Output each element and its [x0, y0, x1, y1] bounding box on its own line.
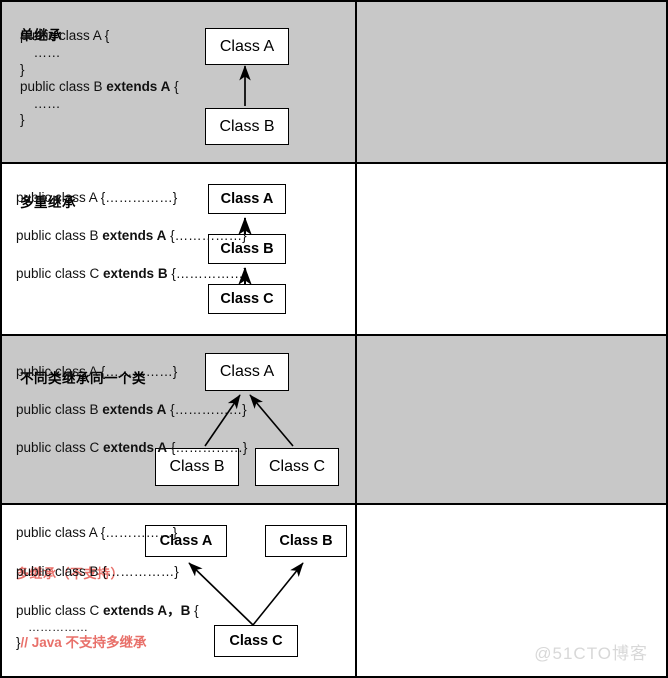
code-text: public class B [20, 78, 107, 94]
code-text: public class B {……………} [16, 563, 179, 579]
code-comment: // Java 不支持多继承 [20, 634, 147, 650]
row-hierarchical-inheritance: 不同类继承同一个类 Class A Class B Class C public… [0, 336, 668, 505]
code-line: …………… [16, 620, 199, 635]
code-text: public class A {……………} [16, 364, 178, 379]
code-text: {……………} [167, 265, 248, 281]
code-keyword: extends B [103, 265, 168, 281]
row-multilevel-inheritance: 多重继承 Class A Class B Class C public clas… [0, 164, 668, 336]
code-text: …………… [16, 619, 89, 634]
code-line: public class B extends A { [20, 79, 179, 96]
class-box-label: Class C [268, 458, 325, 475]
code-block-row2: public class A {……………} public class B ex… [16, 190, 248, 283]
code-line: public class A {……………} [16, 364, 247, 381]
code-text: public class A {……………} [16, 525, 178, 540]
class-box-label: Class B [279, 533, 333, 549]
row-single-inheritance: 单继承 Class A Class B public class A { …… … [0, 0, 668, 164]
code-text: …… [20, 44, 61, 60]
class-box-c-row3: Class C [255, 448, 339, 486]
inheritance-diagram: 单继承 Class A Class B public class A { …… … [0, 0, 668, 678]
class-box-b-row4: Class B [265, 525, 347, 557]
code-line: public class B extends A {……………} [16, 228, 248, 245]
class-box-a-row1: Class A [205, 28, 289, 65]
code-line: public class A { [20, 28, 179, 45]
code-block-row1: public class A { …… } public class B ext… [20, 28, 179, 129]
code-line: public class A {……………} [16, 190, 248, 207]
code-block-row4: public class A {……………} public class B {…… [16, 525, 199, 652]
code-text: public class C [16, 602, 104, 618]
code-line: public class A {……………} [16, 525, 199, 542]
row-multiple-inheritance: 多继承（不支持） Class A Class B Class C public … [0, 505, 668, 678]
code-line: …… [20, 96, 179, 113]
code-text: public class C [16, 439, 104, 455]
class-box-label: Class C [220, 291, 274, 307]
code-text: public class A { [20, 28, 110, 43]
code-text: public class A {……………} [16, 190, 178, 205]
code-text: } [20, 112, 25, 128]
code-line: } [20, 112, 179, 129]
code-line: public class B extends A {……………} [16, 402, 247, 419]
class-box-c-row4: Class C [214, 625, 298, 657]
class-box-b-row1: Class B [205, 108, 289, 145]
row-column-divider [355, 2, 357, 162]
code-text: {……………} [166, 227, 247, 243]
code-keyword: extends A [106, 78, 171, 94]
row-column-divider [355, 336, 357, 503]
code-line: }// Java 不支持多继承 [16, 635, 199, 652]
code-text: {……………} [166, 401, 247, 417]
code-text: { [190, 602, 199, 618]
code-text: …… [20, 95, 61, 111]
code-text: public class B [16, 227, 103, 243]
code-block-row3: public class A {……………} public class B ex… [16, 364, 247, 457]
watermark: @51CTO博客 [534, 644, 648, 663]
code-text: { [170, 78, 179, 94]
code-line: …… [20, 45, 179, 62]
class-box-label: Class B [219, 117, 275, 135]
class-box-label: Class A [219, 37, 275, 55]
row-column-divider [355, 505, 357, 676]
code-line: public class C extends B {……………} [16, 266, 248, 283]
class-box-label: Class C [229, 633, 283, 649]
class-box-c-row2: Class C [208, 284, 286, 314]
code-keyword: extends A [102, 401, 167, 417]
row-column-divider [355, 164, 357, 334]
class-box-label: Class B [169, 458, 225, 475]
code-line: public class C extends A，B { [16, 603, 199, 620]
code-text: } [20, 61, 25, 77]
code-keyword: extends A，B [103, 602, 191, 618]
code-text: public class B [16, 401, 103, 417]
code-line: public class C extends A {……………} [16, 440, 247, 457]
code-text: {……………} [167, 439, 248, 455]
code-text: public class C [16, 265, 104, 281]
code-keyword: extends A [102, 227, 167, 243]
code-keyword: extends A [103, 439, 168, 455]
code-line: } [20, 62, 179, 79]
code-line: public class B {……………} [16, 564, 199, 581]
